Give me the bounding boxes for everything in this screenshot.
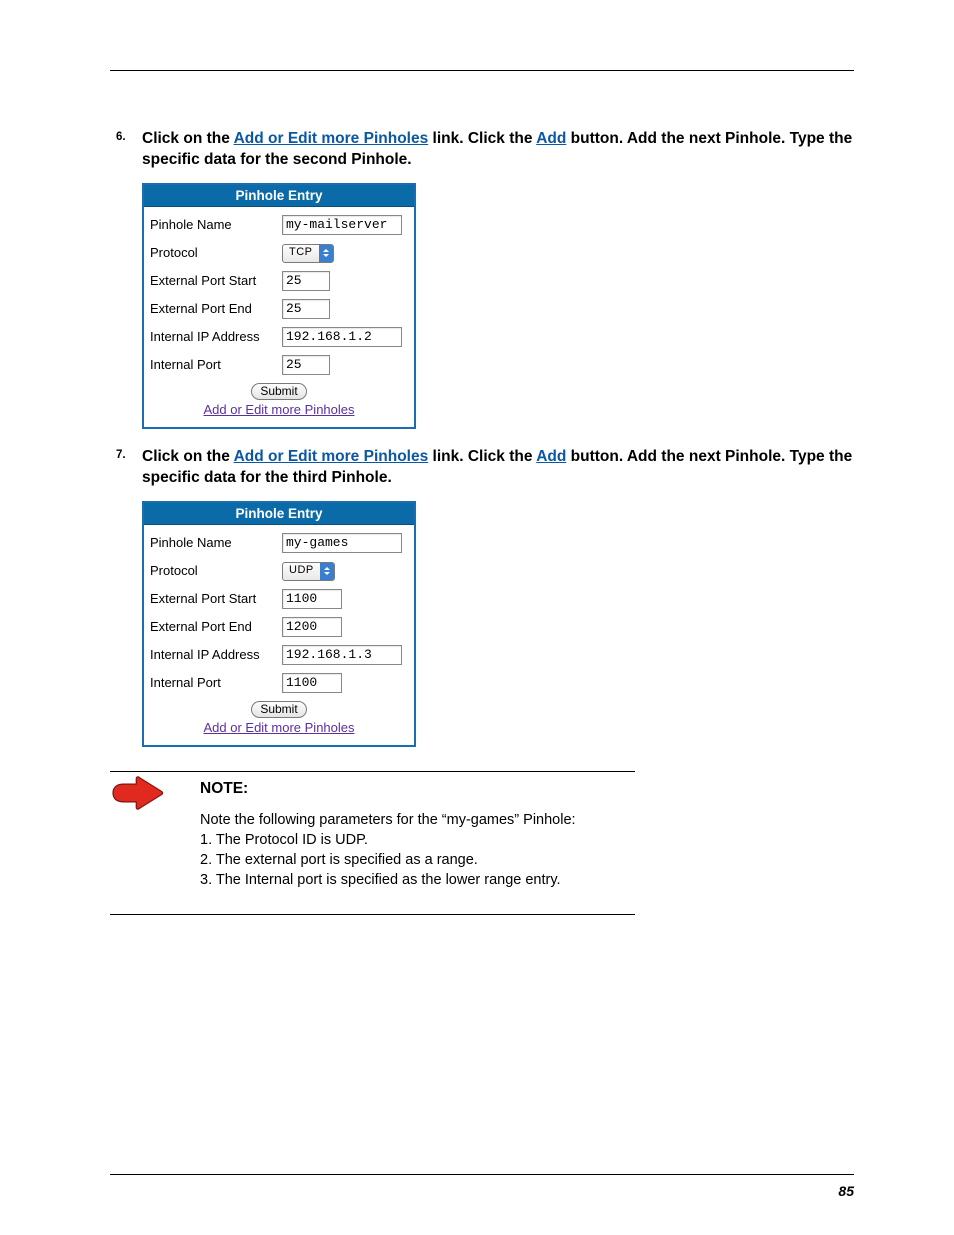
form-row: Internal Port1100 (150, 669, 408, 697)
form-header: Pinhole Entry (144, 503, 414, 525)
form-row: External Port End1200 (150, 613, 408, 641)
note-title: NOTE: (200, 780, 760, 798)
form-label: External Port Start (150, 273, 282, 288)
submit-button[interactable]: Submit (251, 701, 306, 718)
form-label: Protocol (150, 245, 282, 260)
form-label: Internal Port (150, 675, 282, 690)
form-row: Pinhole Namemy-mailserver (150, 211, 408, 239)
protocol-select[interactable]: UDP (282, 562, 335, 581)
submit-button[interactable]: Submit (251, 383, 306, 400)
select-stepper-icon[interactable] (320, 563, 334, 580)
select-value: TCP (283, 245, 319, 262)
inline-link[interactable]: Add or Edit more Pinholes (234, 448, 429, 465)
note-body: Note the following parameters for the “m… (200, 810, 760, 890)
note-rule-top (110, 771, 635, 772)
bottom-rule (110, 1174, 854, 1175)
form-row: Internal IP Address192.168.1.3 (150, 641, 408, 669)
form-row: External Port End25 (150, 295, 408, 323)
note-item: 2. The external port is specified as a r… (200, 850, 760, 870)
form-label: Pinhole Name (150, 535, 282, 550)
form-row: ProtocolUDP (150, 557, 408, 585)
form-label: Pinhole Name (150, 217, 282, 232)
note-item: 3. The Internal port is specified as the… (200, 870, 760, 890)
form-row: Internal IP Address192.168.1.2 (150, 323, 408, 351)
select-stepper-icon[interactable] (319, 245, 333, 262)
add-or-edit-more-pinholes-link[interactable]: Add or Edit more Pinholes (203, 720, 354, 735)
step: 7.Click on the Add or Edit more Pinholes… (120, 447, 854, 747)
text-input[interactable]: 25 (282, 271, 330, 291)
text-run: link. Click the (428, 448, 536, 465)
text-input[interactable]: 25 (282, 299, 330, 319)
form-header: Pinhole Entry (144, 185, 414, 207)
form-row: Internal Port25 (150, 351, 408, 379)
top-rule (110, 70, 854, 71)
form-row: External Port Start1100 (150, 585, 408, 613)
form-label: Internal IP Address (150, 329, 282, 344)
step-number: 7. (116, 449, 126, 461)
form-label: External Port End (150, 301, 282, 316)
text-input[interactable]: 1100 (282, 673, 342, 693)
note-rule-bottom (110, 914, 635, 915)
step: 6.Click on the Add or Edit more Pinholes… (120, 129, 854, 429)
add-or-edit-more-pinholes-link[interactable]: Add or Edit more Pinholes (203, 402, 354, 417)
form-row: ProtocolTCP (150, 239, 408, 267)
note-intro: Note the following parameters for the “m… (200, 810, 760, 830)
text-input[interactable]: 192.168.1.3 (282, 645, 402, 665)
pinhole-entry-form: Pinhole EntryPinhole Namemy-gamesProtoco… (142, 501, 416, 747)
text-input[interactable]: my-games (282, 533, 402, 553)
text-run: Click on the (142, 130, 234, 147)
form-row: Pinhole Namemy-games (150, 529, 408, 557)
text-input[interactable]: my-mailserver (282, 215, 402, 235)
step-number: 6. (116, 131, 126, 143)
inline-link[interactable]: Add or Edit more Pinholes (234, 130, 429, 147)
form-label: External Port Start (150, 591, 282, 606)
text-run: link. Click the (428, 130, 536, 147)
steps-list: 6.Click on the Add or Edit more Pinholes… (120, 129, 854, 747)
inline-link[interactable]: Add (536, 130, 566, 147)
form-label: Internal Port (150, 357, 282, 372)
pointer-hand-icon (110, 776, 166, 810)
inline-link[interactable]: Add (536, 448, 566, 465)
form-label: Internal IP Address (150, 647, 282, 662)
note-item: 1. The Protocol ID is UDP. (200, 830, 760, 850)
step-text: Click on the Add or Edit more Pinholes l… (142, 129, 854, 171)
form-label: Protocol (150, 563, 282, 578)
form-label: External Port End (150, 619, 282, 634)
text-input[interactable]: 1100 (282, 589, 342, 609)
text-input[interactable]: 1200 (282, 617, 342, 637)
text-run: Click on the (142, 448, 234, 465)
text-input[interactable]: 25 (282, 355, 330, 375)
page-number: 85 (838, 1183, 854, 1199)
text-input[interactable]: 192.168.1.2 (282, 327, 402, 347)
step-text: Click on the Add or Edit more Pinholes l… (142, 447, 854, 489)
protocol-select[interactable]: TCP (282, 244, 334, 263)
pinhole-entry-form: Pinhole EntryPinhole Namemy-mailserverPr… (142, 183, 416, 429)
select-value: UDP (283, 563, 320, 580)
form-row: External Port Start25 (150, 267, 408, 295)
